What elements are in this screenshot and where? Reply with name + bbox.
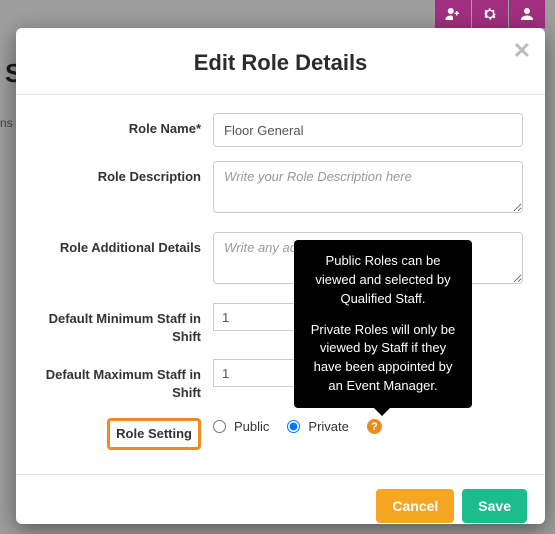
min-staff-label: Default Minimum Staff in Shift (38, 303, 213, 345)
modal-title: Edit Role Details (36, 50, 525, 76)
modal-body: Role Name* Role Description Role Additio… (16, 95, 545, 474)
role-setting-private-radio[interactable] (287, 420, 300, 433)
role-setting-private-label: Private (308, 419, 348, 434)
modal-header: Edit Role Details ✕ (16, 28, 545, 95)
role-description-label: Role Description (38, 161, 213, 186)
role-description-input[interactable] (213, 161, 523, 213)
role-setting-options: Public Private ? (213, 415, 523, 434)
edit-role-modal: Edit Role Details ✕ Role Name* Role Desc… (16, 28, 545, 524)
page-text-fragment: ns (0, 116, 13, 130)
max-staff-label: Default Maximum Staff in Shift (38, 359, 213, 401)
cancel-button[interactable]: Cancel (376, 489, 454, 523)
header-gear-icon (472, 0, 508, 28)
tooltip-line-1: Public Roles can be viewed and selected … (308, 252, 458, 309)
role-setting-tooltip: Public Roles can be viewed and selected … (294, 240, 472, 408)
close-button[interactable]: ✕ (513, 38, 531, 64)
role-additional-label: Role Additional Details (38, 232, 213, 257)
role-name-input[interactable] (213, 113, 523, 147)
save-button[interactable]: Save (462, 489, 527, 523)
close-icon: ✕ (513, 38, 531, 63)
role-setting-public-label: Public (234, 419, 269, 434)
role-name-label: Role Name* (38, 113, 213, 138)
header-user-icon (509, 0, 545, 28)
role-setting-public-radio[interactable] (213, 420, 226, 433)
help-icon[interactable]: ? (367, 419, 382, 434)
role-setting-label: Role Setting (107, 418, 201, 450)
modal-footer: Cancel Save (16, 474, 545, 534)
header-user-plus-icon (435, 0, 471, 28)
app-header-icons (434, 0, 545, 28)
tooltip-line-2: Private Roles will only be viewed by Sta… (308, 321, 458, 396)
